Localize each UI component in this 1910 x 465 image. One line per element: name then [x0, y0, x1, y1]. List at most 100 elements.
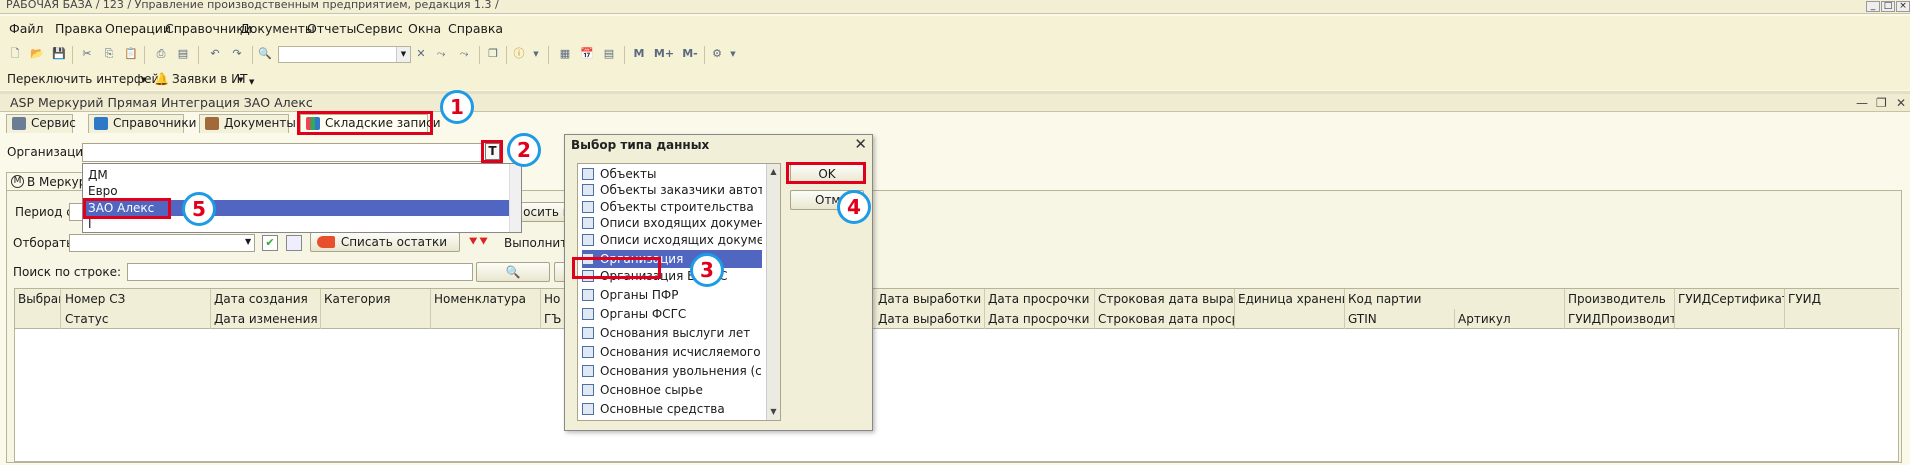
it-requests-button[interactable]: Заявки в ИТ: [172, 72, 247, 86]
column-header[interactable]: Дата выработки: [875, 289, 985, 309]
close-icon[interactable]: ×: [1896, 1, 1910, 12]
chevron-down-icon[interactable]: ▼: [245, 237, 251, 246]
menu-operations[interactable]: Операции: [105, 21, 171, 36]
checkbox-icon[interactable]: ✔: [262, 235, 278, 251]
close-icon[interactable]: ✕: [854, 135, 867, 153]
column-header[interactable]: ГУИД: [1785, 289, 1900, 329]
memory-plus-icon[interactable]: M+: [652, 45, 676, 63]
list-item[interactable]: Описи входящих документов, ...: [582, 214, 762, 232]
copy-icon[interactable]: ⎘: [100, 45, 118, 63]
menu-service[interactable]: Сервис: [356, 21, 403, 36]
memory-icon[interactable]: M: [630, 45, 648, 63]
close-icon[interactable]: ✕: [1896, 96, 1906, 110]
column-header[interactable]: Единица хранения: [1235, 289, 1345, 329]
toolbar-search-input[interactable]: ▼: [278, 46, 411, 63]
redo-icon[interactable]: ↷: [228, 45, 246, 63]
menu-help[interactable]: Справка: [448, 21, 503, 36]
column-header[interactable]: Категория: [321, 289, 431, 329]
open-folder-icon[interactable]: 📂: [28, 45, 46, 63]
info-icon[interactable]: ⓘ: [510, 45, 528, 63]
tab-mercury[interactable]: MВ Меркур: [6, 172, 90, 192]
chevron-down-icon[interactable]: ▼: [141, 76, 146, 84]
dropdown-item[interactable]: І: [88, 217, 92, 231]
type-list[interactable]: Объекты Объекты заказчики автотран... Об…: [577, 163, 781, 421]
maximize-icon[interactable]: □: [1881, 1, 1895, 12]
records-table[interactable]: Выбран Номер СЗ Дата создания Категория …: [14, 288, 1900, 462]
column-header[interactable]: Дата создания: [211, 289, 321, 309]
chevron-down-icon[interactable]: ▼: [238, 76, 243, 84]
column-header[interactable]: Строковая дата выработ...: [1095, 289, 1235, 309]
search-input[interactable]: [127, 263, 473, 281]
clipboard-icon[interactable]: ▤: [600, 45, 618, 63]
list-item[interactable]: Основное сырье: [582, 381, 762, 399]
column-header[interactable]: Дата просрочки: [985, 289, 1095, 309]
cut-icon[interactable]: ✂: [78, 45, 96, 63]
list-item[interactable]: Описи исходящих документов...: [582, 231, 762, 249]
tab-catalogs[interactable]: Справочники: [88, 114, 196, 133]
column-header[interactable]: Дата просрочки к...: [985, 309, 1095, 329]
scroll-down-icon[interactable]: ▼: [768, 406, 779, 417]
minimize-icon[interactable]: _: [1866, 1, 1880, 12]
list-item[interactable]: Органы ФСГС: [582, 305, 762, 323]
select-filter-input[interactable]: [69, 234, 255, 252]
column-header[interactable]: Номенклатура: [431, 289, 541, 329]
column-header[interactable]: Но: [541, 289, 565, 309]
uncheck-icon[interactable]: [286, 235, 302, 251]
write-off-button[interactable]: Списать остатки: [310, 232, 460, 252]
list-item[interactable]: Органы ПФР: [582, 286, 762, 304]
chevron-down-icon[interactable]: ▼: [249, 78, 254, 86]
memory-minus-icon[interactable]: M-: [678, 45, 702, 63]
organization-input[interactable]: [82, 143, 482, 162]
menu-windows[interactable]: Окна: [408, 21, 441, 36]
list-scrollbar[interactable]: ▲ ▼: [766, 164, 780, 420]
menu-catalogs[interactable]: Справочники: [165, 21, 252, 36]
dropdown-item[interactable]: Евро: [88, 184, 118, 198]
column-header[interactable]: ГЪ: [541, 309, 565, 329]
column-header[interactable]: Код партии: [1345, 289, 1565, 309]
menu-reports[interactable]: Отчеты: [307, 21, 356, 36]
list-item[interactable]: Основания выслуги лет: [582, 324, 762, 342]
tab-service[interactable]: Сервис: [6, 114, 76, 133]
column-header[interactable]: Производитель: [1565, 289, 1675, 309]
list-item[interactable]: Основания увольнения (стать...: [582, 362, 762, 380]
clear-search-icon[interactable]: ✕: [412, 45, 430, 63]
scroll-up-icon[interactable]: ▲: [768, 166, 779, 177]
column-header[interactable]: Номер СЗ: [62, 289, 211, 309]
minimize-icon[interactable]: —: [1856, 96, 1868, 110]
paste-icon[interactable]: 📋: [122, 45, 140, 63]
menu-file[interactable]: Файл: [9, 21, 44, 36]
list-item[interactable]: Основания исчисляемого тру...: [582, 343, 762, 361]
list-item[interactable]: Основные средства: [582, 400, 762, 418]
column-header[interactable]: GTIN: [1345, 309, 1455, 329]
column-header[interactable]: ГУИДПроизводит...: [1565, 309, 1675, 329]
chevron-down-icon[interactable]: ▼: [396, 47, 410, 62]
menu-edit[interactable]: Правка: [55, 21, 103, 36]
dropdown-item[interactable]: ДМ: [88, 168, 108, 182]
column-header[interactable]: ГУИДСертификата: [1675, 289, 1785, 329]
restore-icon[interactable]: ❐: [1876, 96, 1887, 110]
save-icon[interactable]: 💾: [50, 45, 68, 63]
column-header[interactable]: Дата изменения: [211, 309, 321, 329]
chevron-down-icon[interactable]: ▼: [724, 45, 742, 63]
column-header[interactable]: Статус: [62, 309, 211, 329]
menu-documents[interactable]: Документы: [240, 21, 315, 36]
column-header[interactable]: Выбран: [15, 289, 61, 329]
search-next-icon[interactable]: ⤳: [432, 45, 450, 63]
calculator-icon[interactable]: ▦: [556, 45, 574, 63]
calendar-icon[interactable]: 📅: [578, 45, 596, 63]
search-button[interactable]: 🔍: [476, 262, 550, 282]
column-header[interactable]: Дата выработки к...: [875, 309, 985, 329]
list-item[interactable]: Объекты заказчики автотран...: [582, 181, 762, 199]
preview-icon[interactable]: ▤: [174, 45, 192, 63]
column-header[interactable]: Артикул: [1455, 309, 1565, 329]
dropdown-scrollbar[interactable]: [509, 164, 521, 232]
windows-icon[interactable]: ❐: [484, 45, 502, 63]
column-header[interactable]: Строковая дата просроч...: [1095, 309, 1235, 329]
print-icon[interactable]: ⎙: [152, 45, 170, 63]
undo-icon[interactable]: ↶: [206, 45, 224, 63]
search-prev-icon[interactable]: ⤳: [455, 45, 473, 63]
tab-documents[interactable]: Документы: [199, 114, 296, 133]
new-document-icon[interactable]: 🗋: [6, 45, 24, 63]
chevron-down-icon[interactable]: ▼: [527, 45, 545, 63]
find-icon[interactable]: 🔍: [256, 45, 274, 63]
